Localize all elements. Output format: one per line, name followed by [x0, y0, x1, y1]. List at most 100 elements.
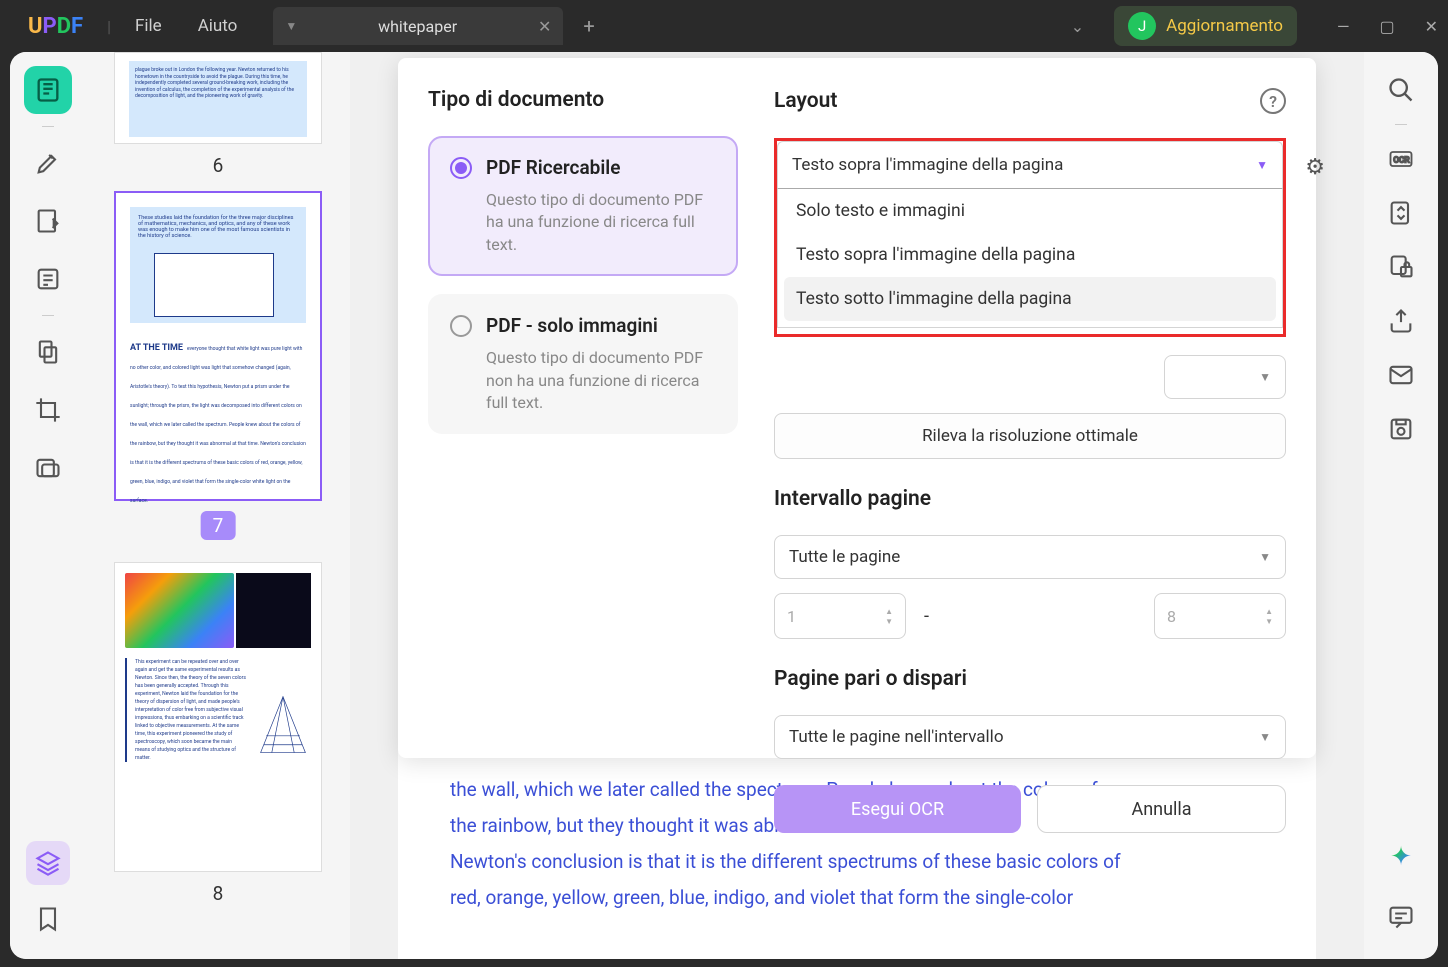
doctype-searchable[interactable]: PDF Ricercabile Questo tipo di documento… [428, 136, 738, 276]
content-area: the wall, which we later called the spec… [350, 52, 1364, 959]
doctype-heading: Tipo di documento [428, 88, 738, 112]
step-up-icon[interactable]: ▲ [885, 607, 893, 616]
thumbnail-6[interactable]: plague broke out in London the following… [102, 52, 334, 177]
bookmark-button[interactable] [24, 895, 72, 943]
document-tab[interactable]: ▼ whitepaper ✕ [273, 7, 563, 45]
titlebar: UPDF | File Aiuto ▼ whitepaper ✕ + ⌄ J A… [0, 0, 1448, 52]
range-to-value: 8 [1167, 607, 1265, 626]
layout-dropdown-highlight: ⚙ Testo sopra l'immagine della pagina ▼ … [774, 138, 1286, 337]
left-toolbar [10, 52, 86, 959]
form-icon [34, 265, 62, 293]
step-down-icon[interactable]: ▼ [1265, 617, 1273, 626]
search-button[interactable] [1379, 68, 1423, 112]
chevron-down-icon: ▼ [1259, 370, 1271, 384]
layout-heading: Layout [774, 89, 837, 113]
layout-selected-value: Testo sopra l'immagine della pagina [792, 155, 1063, 175]
redact-tool[interactable] [24, 444, 72, 492]
range-dash: - [924, 606, 929, 627]
layout-option-2[interactable]: Testo sopra l'immagine della pagina [778, 233, 1282, 277]
range-from-value: 1 [787, 607, 885, 626]
document-view[interactable]: the wall, which we later called the spec… [398, 752, 1316, 959]
email-button[interactable] [1379, 353, 1423, 397]
convert-button[interactable] [1379, 191, 1423, 235]
titlebar-chevron-icon[interactable]: ⌄ [1071, 17, 1084, 36]
window-controls: — ▢ ✕ [1337, 17, 1438, 36]
maximize-icon[interactable]: ▢ [1379, 17, 1394, 36]
radio-searchable[interactable] [450, 157, 472, 179]
thumb-num-8: 8 [102, 882, 334, 905]
step-up-icon[interactable]: ▲ [1265, 607, 1273, 616]
ocr-button[interactable]: OCR [1379, 137, 1423, 181]
crop-icon [34, 396, 62, 424]
thumb-num-7: 7 [201, 511, 236, 540]
layers-button[interactable] [26, 841, 70, 885]
save-button[interactable] [1379, 407, 1423, 451]
mail-icon [1387, 361, 1415, 389]
doctype-searchable-label: PDF Ricercabile [486, 156, 620, 179]
range-selected-value: Tutte le pagine [789, 547, 900, 567]
step-down-icon[interactable]: ▼ [885, 617, 893, 626]
update-badge[interactable]: J Aggiornamento [1114, 6, 1297, 46]
tab-dropdown-icon[interactable]: ▼ [285, 19, 297, 33]
reader-tool[interactable] [24, 66, 72, 114]
app-logo: UPDF [28, 14, 83, 39]
sparkle-icon: ✦ [1390, 842, 1412, 872]
run-ocr-button[interactable]: Esegui OCR [774, 785, 1021, 833]
layout-dropdown-menu: Solo testo e immagini Testo sopra l'imma… [777, 189, 1283, 328]
protect-button[interactable] [1379, 245, 1423, 289]
form-tool[interactable] [24, 255, 72, 303]
thumbnail-8[interactable]: This experiment can be repeated over and… [102, 562, 334, 905]
comment-icon [1387, 903, 1415, 931]
layout-select[interactable]: Testo sopra l'immagine della pagina ▼ [777, 141, 1283, 189]
oddeven-heading: Pagine pari o dispari [774, 667, 1286, 691]
thumbnail-7[interactable]: These studies laid the foundation for th… [102, 191, 334, 554]
layout-option-1[interactable]: Solo testo e immagini [778, 189, 1282, 233]
doctype-imageonly[interactable]: PDF - solo immagini Questo tipo di docum… [428, 294, 738, 434]
doctype-searchable-desc: Questo tipo di documento PDF ha una funz… [486, 189, 716, 256]
redact-icon [34, 454, 62, 482]
range-from-input[interactable]: 1 ▲▼ [774, 593, 906, 639]
help-icon[interactable]: ? [1260, 88, 1286, 114]
detect-resolution-button[interactable]: Rileva la risoluzione ottimale [774, 413, 1286, 459]
right-toolbar: OCR ✦ [1364, 52, 1438, 959]
range-heading: Intervallo pagine [774, 487, 1286, 511]
oddeven-value: Tutte le pagine nell'intervallo [789, 727, 1004, 747]
search-icon [1387, 76, 1415, 104]
doctype-imageonly-label: PDF - solo immagini [486, 314, 658, 337]
radio-imageonly[interactable] [450, 315, 472, 337]
reader-icon [34, 76, 62, 104]
user-avatar: J [1128, 12, 1156, 40]
cancel-button[interactable]: Annulla [1037, 785, 1286, 833]
close-icon[interactable]: ✕ [1425, 17, 1438, 36]
doc-text-line: Newton's conclusion is that it is the di… [450, 844, 1264, 880]
menu-help[interactable]: Aiuto [198, 16, 238, 36]
gear-icon[interactable]: ⚙ [1305, 155, 1325, 180]
divider: | [107, 17, 111, 36]
tab-close-icon[interactable]: ✕ [538, 17, 551, 36]
oddeven-select[interactable]: Tutte le pagine nell'intervallo ▼ [774, 715, 1286, 759]
layout-option-3[interactable]: Testo sotto l'immagine della pagina [784, 277, 1276, 321]
svg-text:OCR: OCR [1393, 155, 1409, 165]
minimize-icon[interactable]: — [1337, 17, 1350, 36]
highlighter-icon [34, 149, 62, 177]
thumbnail-panel[interactable]: plague broke out in London the following… [86, 52, 350, 959]
highlight-tool[interactable] [24, 139, 72, 187]
organize-tool[interactable] [24, 328, 72, 376]
layers-icon [34, 849, 62, 877]
bookmark-icon [34, 905, 62, 933]
edit-tool[interactable] [24, 197, 72, 245]
comment-button[interactable] [1379, 895, 1423, 939]
doctype-imageonly-desc: Questo tipo di documento PDF non ha una … [486, 347, 716, 414]
range-select[interactable]: Tutte le pagine ▼ [774, 535, 1286, 579]
ai-button[interactable]: ✦ [1379, 835, 1423, 879]
share-button[interactable] [1379, 299, 1423, 343]
edit-icon [34, 207, 62, 235]
tab-title: whitepaper [305, 17, 530, 36]
range-to-input[interactable]: 8 ▲▼ [1154, 593, 1286, 639]
tab-add-icon[interactable]: + [583, 14, 594, 38]
chevron-down-icon: ▼ [1259, 730, 1271, 744]
menu-file[interactable]: File [135, 16, 162, 36]
resolution-select[interactable]: ▼ [1164, 355, 1286, 399]
save-icon [1387, 415, 1415, 443]
crop-tool[interactable] [24, 386, 72, 434]
